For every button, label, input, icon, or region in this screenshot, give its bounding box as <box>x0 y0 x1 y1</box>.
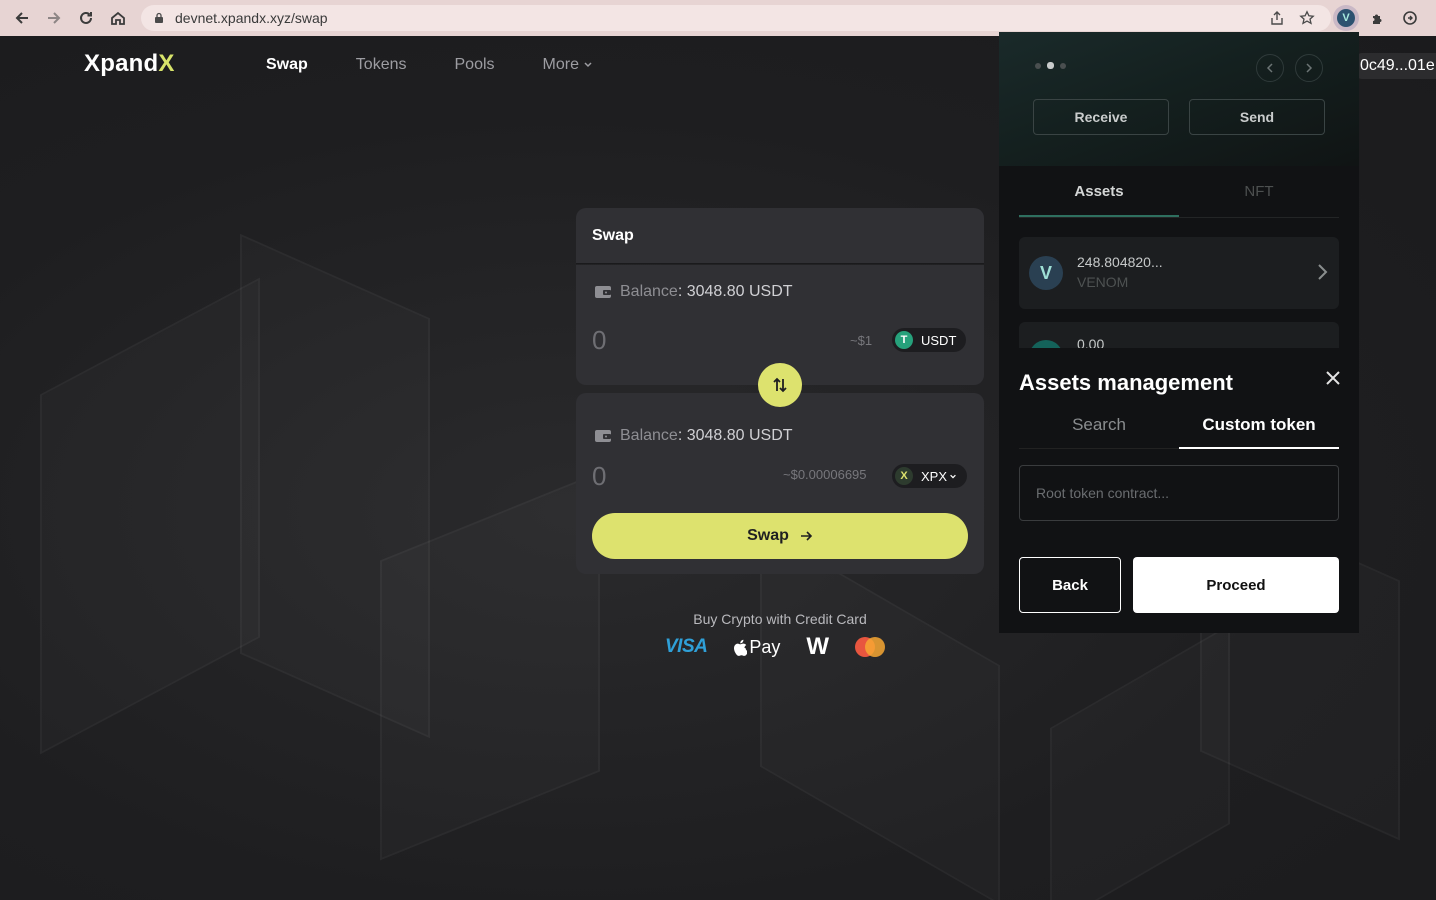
address-bar[interactable]: devnet.xpandx.xyz/swap <box>141 5 1331 31</box>
send-button[interactable]: Send <box>1189 99 1325 135</box>
from-amount[interactable]: 0 <box>592 325 606 356</box>
wallet-header: Receive Send <box>999 32 1359 166</box>
receive-button[interactable]: Receive <box>1033 99 1169 135</box>
logo[interactable]: XpandX <box>84 50 175 78</box>
chevron-right-icon <box>1306 63 1313 73</box>
wallet-icon <box>595 286 611 298</box>
reload-icon[interactable] <box>70 0 102 36</box>
sheet-tabs: Search Custom token <box>1019 402 1339 449</box>
chevron-down-icon <box>584 62 592 68</box>
payment-logos: VISA Pay W <box>665 633 886 660</box>
url-text: devnet.xpandx.xyz/swap <box>175 10 328 26</box>
close-icon[interactable] <box>1323 368 1343 388</box>
swap-button-label: Swap <box>747 527 789 544</box>
top-nav: Swap Tokens Pools More <box>266 56 593 74</box>
visa-logo[interactable]: VISA <box>665 636 708 658</box>
lock-icon <box>155 12 163 23</box>
sheet-title: Assets management <box>1019 370 1233 395</box>
asset-symbol: VENOM <box>1077 274 1129 290</box>
puzzle-icon[interactable] <box>1365 5 1391 31</box>
venom-icon: V <box>1029 256 1063 290</box>
asset-row-venom[interactable]: V 248.804820... VENOM <box>1019 237 1339 309</box>
to-token-select[interactable]: X XPX <box>892 464 968 488</box>
background-shape <box>40 278 260 755</box>
nav-more[interactable]: More <box>543 56 594 74</box>
to-balance-value: : 3048.80 USDT <box>677 427 793 444</box>
back-icon[interactable] <box>6 0 38 36</box>
apple-pay-logo[interactable]: Pay <box>733 637 780 658</box>
to-token-label: XPX <box>921 468 948 484</box>
from-usd-value: ~$1 <box>850 333 873 348</box>
from-token-label: USDT <box>921 332 957 348</box>
apple-icon <box>734 639 748 656</box>
to-panel: Balance: 3048.80 USDT 0 ~$0.00006695 X X… <box>576 393 984 574</box>
share-icon[interactable] <box>1269 10 1285 26</box>
venom-extension-icon[interactable]: V <box>1333 5 1359 31</box>
tab-nft[interactable]: NFT <box>1179 172 1339 217</box>
forward-icon[interactable] <box>38 0 70 36</box>
wallet-address[interactable]: 0c49...01e <box>1356 53 1436 79</box>
w-logo-letter: W <box>806 633 830 660</box>
swap-direction-button[interactable] <box>758 363 802 407</box>
back-button[interactable]: Back <box>1019 557 1121 613</box>
from-balance-label: Balance <box>620 283 678 300</box>
to-balance: Balance: 3048.80 USDT <box>594 427 793 445</box>
w-logo[interactable]: W <box>806 633 830 660</box>
tab-search[interactable]: Search <box>1019 402 1179 449</box>
chevron-left-icon <box>1266 63 1273 73</box>
carousel-dots <box>1035 62 1066 69</box>
carousel-next-button[interactable] <box>1295 54 1323 82</box>
assets-management-sheet: Assets management Search Custom token Ba… <box>999 348 1359 633</box>
nav-pools[interactable]: Pools <box>455 56 495 74</box>
browser-toolbar: devnet.xpandx.xyz/swap V <box>0 0 1436 36</box>
logo-text: Xpand <box>84 50 159 77</box>
root-token-input[interactable] <box>1019 465 1339 521</box>
swap-title: Swap <box>576 208 984 264</box>
to-balance-label: Balance <box>620 427 678 444</box>
home-icon[interactable] <box>102 0 134 36</box>
wallet-popup: Receive Send Assets NFT V 248.804820... … <box>999 32 1359 633</box>
nav-swap[interactable]: Swap <box>266 56 308 74</box>
tab-custom-token[interactable]: Custom token <box>1179 402 1339 449</box>
from-token-select[interactable]: T USDT <box>892 328 967 352</box>
mastercard-logo[interactable] <box>855 637 886 657</box>
logo-accent: X <box>158 50 175 77</box>
to-amount[interactable]: 0 <box>592 461 606 492</box>
buy-crypto-text: Buy Crypto with Credit Card <box>693 611 867 627</box>
swap-card: Swap Balance: 3048.80 USDT 0 ~$1 T USDT … <box>576 208 984 574</box>
swap-arrows-icon <box>773 377 787 393</box>
asset-amount: 248.804820... <box>1077 254 1163 270</box>
swap-button[interactable]: Swap <box>592 513 968 559</box>
nav-tokens[interactable]: Tokens <box>356 56 407 74</box>
apple-pay-text: Pay <box>749 636 781 657</box>
usdt-icon: T <box>895 331 913 349</box>
chevron-right-icon <box>1318 264 1328 280</box>
tab-assets[interactable]: Assets <box>1019 172 1179 217</box>
to-usd-value: ~$0.00006695 <box>783 467 867 482</box>
wallet-tabs: Assets NFT <box>1019 172 1339 218</box>
from-balance-value: : 3048.80 USDT <box>677 283 793 300</box>
sync-icon[interactable] <box>1397 5 1423 31</box>
from-balance: Balance: 3048.80 USDT <box>594 283 793 301</box>
chevron-down-icon <box>950 474 956 479</box>
carousel-prev-button[interactable] <box>1256 54 1284 82</box>
arrow-right-icon <box>800 531 813 541</box>
background-shape <box>760 527 1000 900</box>
xpx-icon: X <box>895 467 913 485</box>
wallet-icon <box>595 430 611 442</box>
star-icon[interactable] <box>1299 10 1315 26</box>
proceed-button[interactable]: Proceed <box>1133 557 1339 613</box>
nav-more-label: More <box>542 56 579 73</box>
